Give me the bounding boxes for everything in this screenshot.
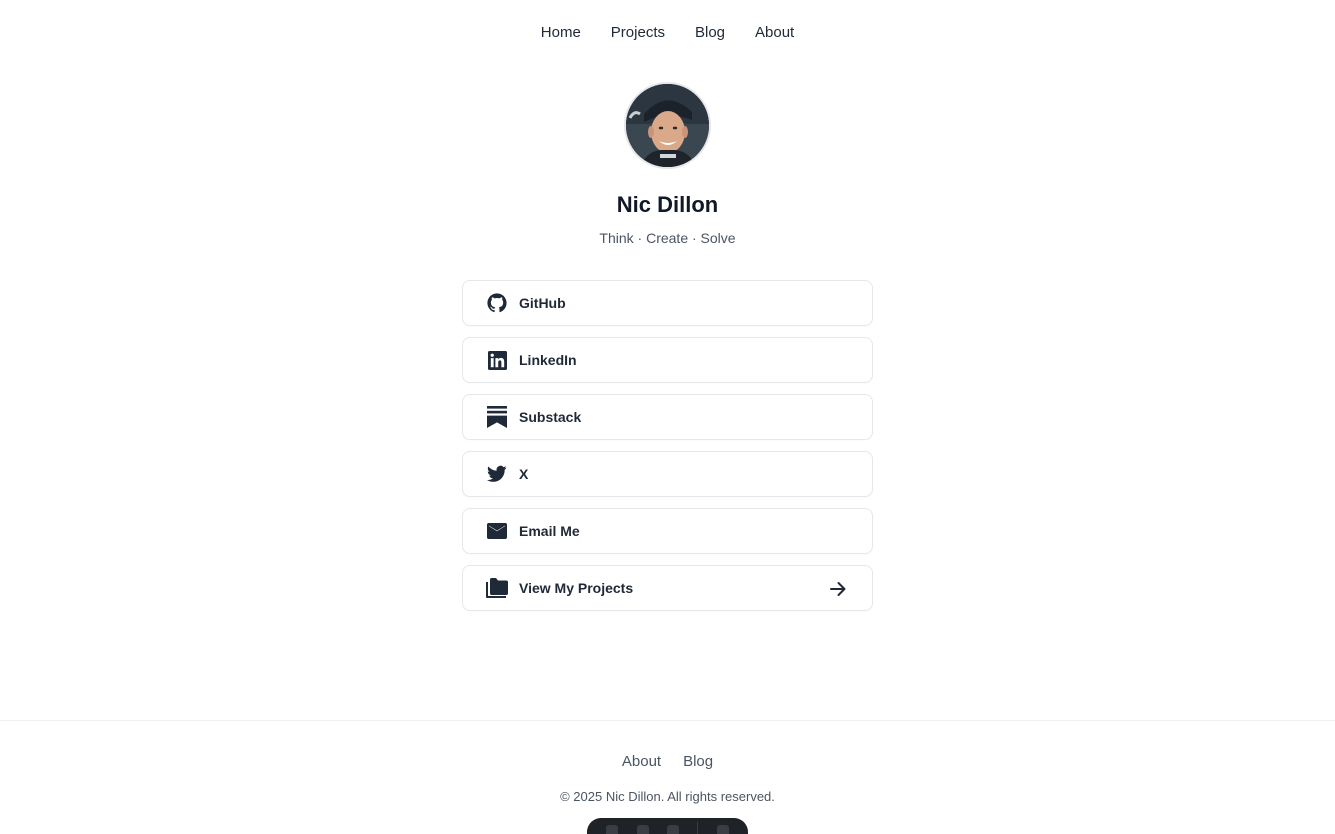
page: Home Projects Blog About Nic Dillon Thin…: [0, 0, 1335, 834]
substack-link-label: Substack: [519, 409, 582, 425]
x-link-button[interactable]: X: [462, 451, 873, 497]
footer-divider: [0, 720, 1335, 721]
x-link-label: X: [519, 466, 529, 482]
footer-link-about[interactable]: About: [622, 752, 661, 772]
mail-icon: [486, 520, 508, 542]
folder-icon: [486, 577, 508, 599]
dock-item-icon[interactable]: [636, 825, 649, 834]
dock-item-icon[interactable]: [716, 825, 729, 834]
linkedin-icon: [486, 349, 508, 371]
nav-link-about[interactable]: About: [755, 22, 794, 44]
view-projects-button[interactable]: View My Projects: [462, 565, 873, 611]
email-link-label: Email Me: [519, 523, 580, 539]
top-nav: Home Projects Blog About: [0, 22, 1335, 44]
avatar: [624, 82, 711, 169]
link-list: GitHub LinkedIn Substack X Email Me View…: [462, 280, 873, 611]
arrow-right-icon: [828, 579, 848, 599]
dock-item-icon[interactable]: [666, 825, 679, 834]
nav-link-blog[interactable]: Blog: [695, 22, 725, 44]
substack-link-button[interactable]: Substack: [462, 394, 873, 440]
footer-nav: About Blog: [0, 752, 1335, 772]
nav-link-projects[interactable]: Projects: [611, 22, 665, 44]
email-link-button[interactable]: Email Me: [462, 508, 873, 554]
nav-link-home[interactable]: Home: [541, 22, 581, 44]
view-projects-label: View My Projects: [519, 580, 634, 596]
copyright-text: © 2025 Nic Dillon. All rights reserved.: [560, 789, 775, 804]
twitter-bird-icon: [486, 463, 508, 485]
dock-separator: [697, 822, 699, 834]
avatar-portrait-image: [626, 84, 709, 167]
linkedin-link-button[interactable]: LinkedIn: [462, 337, 873, 383]
profile-tagline: Think · Create · Solve: [599, 230, 736, 246]
substack-icon: [486, 406, 508, 428]
footer-link-blog[interactable]: Blog: [683, 752, 713, 772]
github-link-button[interactable]: GitHub: [462, 280, 873, 326]
bottom-dock[interactable]: [587, 818, 748, 834]
github-link-label: GitHub: [519, 295, 566, 311]
github-icon: [486, 292, 508, 314]
dock-item-icon[interactable]: [606, 825, 619, 834]
linkedin-link-label: LinkedIn: [519, 352, 577, 368]
profile-name: Nic Dillon: [616, 192, 719, 217]
